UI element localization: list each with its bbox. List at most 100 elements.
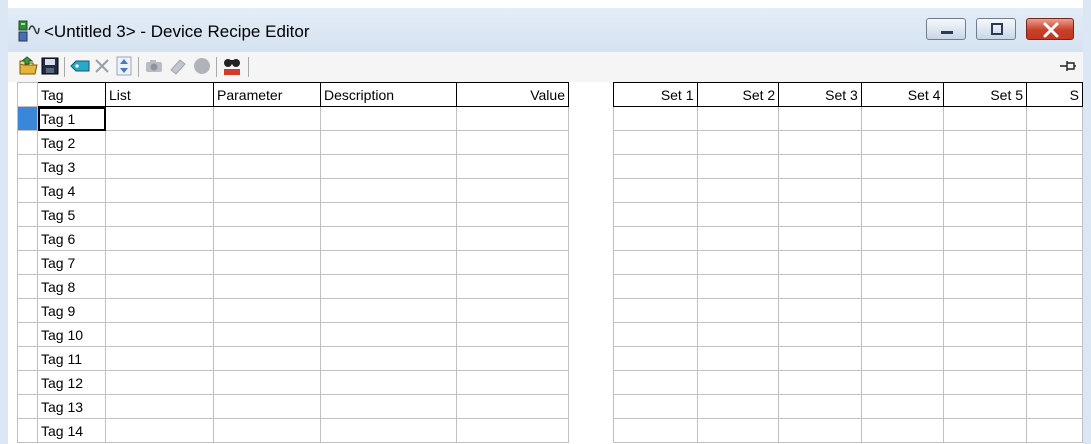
table-row[interactable] [613, 106, 1083, 131]
set-value-cell[interactable] [860, 370, 945, 395]
add-tag-icon[interactable] [70, 55, 90, 77]
set-value-cell[interactable] [696, 106, 780, 131]
camera-icon[interactable] [144, 55, 164, 77]
set-value-cell[interactable] [860, 418, 945, 443]
description-cell[interactable] [320, 202, 457, 227]
row-selector[interactable] [17, 178, 38, 203]
set-value-cell[interactable] [943, 130, 1028, 155]
parameter-cell[interactable] [213, 106, 321, 131]
value-cell[interactable] [456, 394, 569, 419]
value-cell[interactable] [456, 226, 569, 251]
column-header-set-5[interactable]: Set 5 [943, 82, 1028, 107]
parameter-cell[interactable] [213, 178, 321, 203]
description-cell[interactable] [320, 322, 457, 347]
value-cell[interactable] [456, 130, 569, 155]
set-value-cell[interactable] [778, 298, 862, 323]
table-row[interactable] [613, 202, 1083, 227]
set-value-cell[interactable] [696, 250, 780, 275]
table-row[interactable]: Tag 13 [17, 394, 569, 419]
table-row[interactable] [613, 322, 1083, 347]
list-cell[interactable] [105, 322, 214, 347]
column-header-value[interactable]: Value [456, 82, 569, 107]
set-value-cell[interactable] [943, 202, 1028, 227]
column-header-set-6-partial[interactable]: S [1026, 82, 1083, 107]
parameter-cell[interactable] [213, 370, 321, 395]
set-value-cell[interactable] [860, 322, 945, 347]
set-value-cell[interactable] [1026, 298, 1083, 323]
set-value-cell[interactable] [943, 322, 1028, 347]
column-header-description[interactable]: Description [320, 82, 457, 107]
list-cell[interactable] [105, 178, 214, 203]
value-cell[interactable] [456, 298, 569, 323]
set-value-cell[interactable] [1026, 370, 1083, 395]
column-header-set-2[interactable]: Set 2 [696, 82, 780, 107]
list-cell[interactable] [105, 130, 214, 155]
set-value-cell[interactable] [860, 178, 945, 203]
set-value-cell[interactable] [778, 130, 862, 155]
tag-cell[interactable]: Tag 7 [37, 250, 106, 275]
set-value-cell[interactable] [778, 418, 862, 443]
description-cell[interactable] [320, 106, 457, 131]
tag-cell[interactable]: Tag 8 [37, 274, 106, 299]
table-row[interactable] [613, 178, 1083, 203]
value-cell[interactable] [456, 154, 569, 179]
tag-cell[interactable]: Tag 4 [37, 178, 106, 203]
table-row[interactable]: Tag 10 [17, 322, 569, 347]
table-row[interactable]: Tag 1 [17, 106, 569, 131]
table-row[interactable]: Tag 9 [17, 298, 569, 323]
row-selector[interactable] [17, 274, 38, 299]
set-value-cell[interactable] [696, 154, 780, 179]
set-value-cell[interactable] [943, 106, 1028, 131]
set-value-cell[interactable] [696, 370, 780, 395]
row-selector[interactable] [17, 106, 38, 131]
set-value-cell[interactable] [778, 178, 862, 203]
set-value-cell[interactable] [943, 298, 1028, 323]
column-header-parameter[interactable]: Parameter [213, 82, 321, 107]
set-value-cell[interactable] [943, 418, 1028, 443]
tag-cell[interactable]: Tag 11 [37, 346, 106, 371]
row-selector[interactable] [17, 370, 38, 395]
table-row[interactable]: Tag 14 [17, 418, 569, 443]
set-value-cell[interactable] [696, 322, 780, 347]
row-selector[interactable] [17, 394, 38, 419]
set-value-cell[interactable] [943, 226, 1028, 251]
minimize-button[interactable] [926, 18, 966, 40]
tag-cell[interactable]: Tag 14 [37, 418, 106, 443]
tag-cell[interactable]: Tag 2 [37, 130, 106, 155]
table-row[interactable] [613, 418, 1083, 443]
eraser-icon[interactable] [168, 55, 188, 77]
description-cell[interactable] [320, 274, 457, 299]
set-value-cell[interactable] [943, 178, 1028, 203]
set-value-cell[interactable] [943, 346, 1028, 371]
value-cell[interactable] [456, 418, 569, 443]
description-cell[interactable] [320, 130, 457, 155]
set-value-cell[interactable] [613, 370, 698, 395]
parameter-cell[interactable] [213, 394, 321, 419]
set-value-cell[interactable] [860, 226, 945, 251]
open-icon[interactable] [18, 55, 38, 77]
set-value-cell[interactable] [1026, 154, 1083, 179]
table-row[interactable]: Tag 3 [17, 154, 569, 179]
set-value-cell[interactable] [778, 154, 862, 179]
set-value-cell[interactable] [696, 202, 780, 227]
table-row[interactable] [613, 274, 1083, 299]
set-value-cell[interactable] [778, 250, 862, 275]
column-header-set-3[interactable]: Set 3 [778, 82, 862, 107]
table-row[interactable]: Tag 5 [17, 202, 569, 227]
table-row[interactable] [613, 346, 1083, 371]
table-row[interactable]: Tag 4 [17, 178, 569, 203]
set-value-cell[interactable] [1026, 346, 1083, 371]
set-value-cell[interactable] [696, 346, 780, 371]
set-value-cell[interactable] [1026, 202, 1083, 227]
value-cell[interactable] [456, 346, 569, 371]
table-row[interactable]: Tag 8 [17, 274, 569, 299]
value-cell[interactable] [456, 178, 569, 203]
set-value-cell[interactable] [613, 106, 698, 131]
set-value-cell[interactable] [1026, 178, 1083, 203]
value-cell[interactable] [456, 274, 569, 299]
grid-splitter[interactable] [569, 82, 613, 444]
table-row[interactable]: Tag 12 [17, 370, 569, 395]
value-cell[interactable] [456, 202, 569, 227]
set-value-cell[interactable] [860, 154, 945, 179]
set-value-cell[interactable] [613, 322, 698, 347]
